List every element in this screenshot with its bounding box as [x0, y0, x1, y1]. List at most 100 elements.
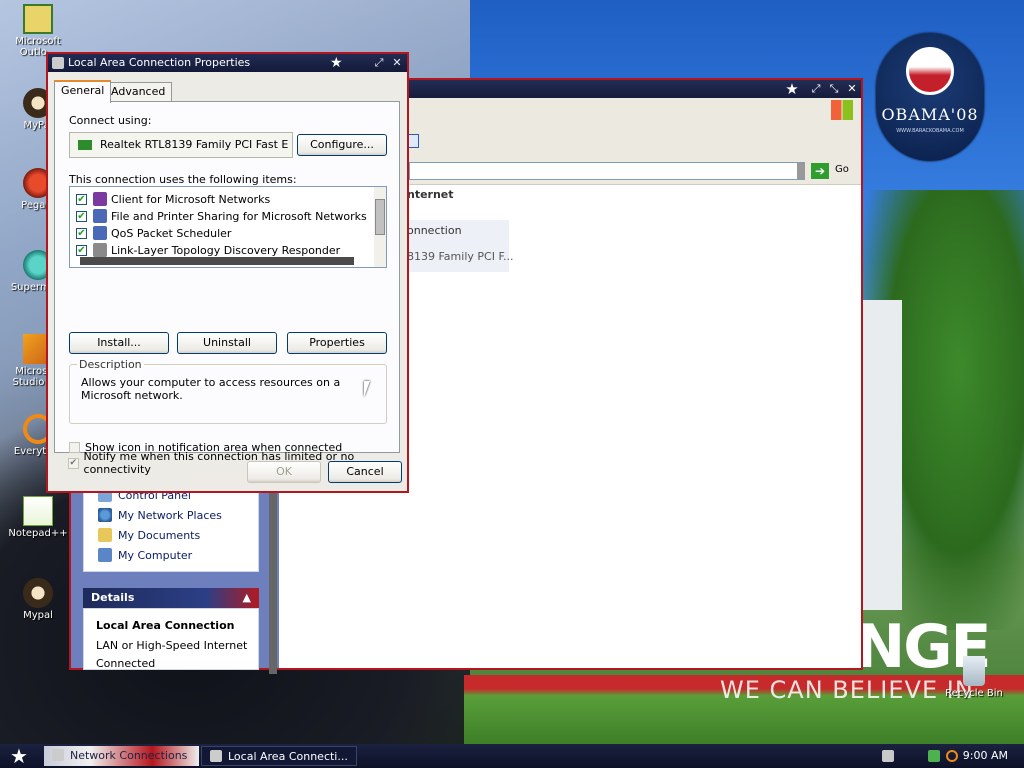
local-area-connection-icon — [210, 750, 222, 762]
wallpaper-tagline: WE CAN BELIEVE IN — [720, 676, 974, 704]
recycle-bin[interactable]: Recycle Bin — [944, 656, 1004, 699]
items-label: This connection uses the following items… — [69, 173, 297, 186]
tab-general[interactable]: General — [54, 80, 112, 103]
desktop-icon-mypal-2[interactable]: Mypal — [2, 578, 74, 621]
network-connection-icon — [52, 57, 64, 69]
desktop: NGE WE CAN BELIEVE IN OBAMA'08 WWW.BARAC… — [0, 0, 1024, 744]
star-icon: ★ — [785, 80, 799, 98]
logo-circle-icon — [906, 47, 954, 95]
link-label: My Network Places — [118, 508, 222, 522]
details-title: Local Area Connection — [96, 619, 235, 632]
details-header-label: Details — [91, 591, 135, 604]
components-list[interactable]: ✔ Client for Microsoft Networks ✔ File a… — [69, 186, 387, 268]
minimize-button[interactable]: ⤡ — [827, 82, 841, 96]
taskbar-button-label: Local Area Connecti... — [228, 750, 348, 763]
go-button[interactable]: Go — [835, 164, 849, 175]
recycle-bin-icon — [963, 656, 985, 686]
link-my-computer[interactable]: My Computer — [98, 547, 192, 563]
list-item[interactable]: ✔ Link-Layer Topology Discovery Responde… — [76, 242, 340, 258]
taskbar-button-network-connections[interactable]: Network Connections — [44, 746, 199, 766]
my-documents-icon — [98, 528, 112, 542]
help-button[interactable]: ⤢ — [372, 56, 386, 70]
collapse-chevron-icon[interactable]: ▲ — [243, 588, 251, 608]
obama-logo: OBAMA'08 WWW.BARACKOBAMA.COM — [876, 33, 984, 161]
address-input[interactable] — [409, 162, 805, 180]
adapter-name: Realtek RTL8139 Family PCI Fast Eth — [100, 138, 288, 151]
item-label: Link-Layer Topology Discovery Responder — [111, 243, 341, 257]
link-my-network-places[interactable]: My Network Places — [98, 507, 222, 523]
desktop-icon-outlook[interactable]: Microsoft Outlo... — [2, 4, 74, 58]
tab-advanced[interactable]: Advanced — [104, 82, 173, 101]
item-checkbox[interactable]: ✔ — [76, 193, 87, 205]
my-computer-icon — [98, 548, 112, 562]
adapter-field: Realtek RTL8139 Family PCI Fast Eth — [69, 132, 293, 158]
list-horizontal-scrollbar[interactable] — [80, 257, 354, 265]
close-button[interactable]: ✕ — [845, 82, 859, 96]
start-button[interactable]: ★ — [0, 744, 38, 768]
taskbar: ★ Network Connections Local Area Connect… — [0, 744, 1024, 768]
network-places-icon — [98, 508, 112, 522]
notify-checkbox[interactable]: ✔ — [68, 457, 79, 469]
list-scrollbar[interactable] — [374, 187, 386, 267]
taskbar-button-label: Network Connections — [70, 749, 188, 762]
ok-button[interactable]: OK — [247, 461, 321, 483]
description-text: Allows your computer to access resources… — [81, 376, 341, 402]
link-my-documents[interactable]: My Documents — [98, 527, 200, 543]
qos-scheduler-icon — [93, 226, 107, 240]
item-label: Client for Microsoft Networks — [111, 192, 271, 206]
recycle-bin-label: Recycle Bin — [945, 688, 1003, 699]
desktop-icon-notepadpp[interactable]: Notepad++ — [2, 496, 74, 539]
go-arrow-icon[interactable]: ➔ — [811, 163, 829, 179]
item-checkbox[interactable]: ✔ — [76, 210, 87, 222]
item-checkbox[interactable]: ✔ — [76, 227, 87, 239]
system-tray: 9:00 AM — [874, 744, 1024, 768]
list-item[interactable]: ✔ File and Printer Sharing for Microsoft… — [76, 208, 367, 224]
logo-subtext: WWW.BARACKOBAMA.COM — [896, 128, 964, 134]
task-pane-scroll-thumb[interactable] — [269, 484, 277, 674]
windows-logo-icon — [831, 100, 853, 120]
client-network-icon — [93, 192, 107, 206]
close-button[interactable]: ✕ — [390, 56, 404, 70]
description-legend: Description — [77, 358, 144, 371]
uninstall-button[interactable]: Uninstall — [177, 332, 277, 354]
outlook-icon — [23, 4, 53, 34]
item-label: File and Printer Sharing for Microsoft N… — [111, 209, 367, 223]
connect-using-label: Connect using: — [69, 114, 152, 127]
taskbar-button-local-area-connection[interactable]: Local Area Connecti... — [201, 746, 357, 766]
keyboard-icon[interactable] — [882, 750, 894, 762]
list-item[interactable]: ✔ QoS Packet Scheduler — [76, 225, 231, 241]
mypal-icon — [23, 578, 53, 608]
group-header: nternet — [407, 188, 454, 201]
details-status: Connected — [96, 657, 156, 670]
file-printer-sharing-icon — [93, 209, 107, 223]
dialog-title: Local Area Connection Properties — [68, 56, 251, 69]
dialog-title-bar[interactable]: Local Area Connection Properties ★ ⤢ ✕ — [48, 54, 407, 72]
mouse-cursor-icon — [364, 381, 370, 397]
network-tray-icon[interactable] — [928, 750, 940, 762]
notepadpp-icon — [23, 496, 53, 526]
connection-device: 8139 Family PCI F... — [407, 250, 514, 263]
logo-text: OBAMA'08 — [881, 105, 979, 124]
general-panel: Connect using: Realtek RTL8139 Family PC… — [54, 101, 400, 454]
install-button[interactable]: Install... — [69, 332, 169, 354]
cancel-button[interactable]: Cancel — [328, 461, 402, 483]
list-scroll-thumb[interactable] — [375, 199, 385, 235]
wallpaper-house — [862, 300, 902, 610]
star-icon: ★ — [330, 55, 343, 71]
details-header[interactable]: Details ▲ — [83, 588, 259, 608]
network-adapter-icon — [78, 140, 92, 150]
configure-button[interactable]: Configure... — [297, 134, 387, 156]
link-label: My Documents — [118, 528, 201, 542]
details-body: Local Area Connection LAN or High-Speed … — [83, 608, 259, 670]
network-connections-icon — [52, 749, 64, 761]
properties-dialog: Local Area Connection Properties ★ ⤢ ✕ G… — [46, 52, 409, 493]
properties-button[interactable]: Properties — [287, 332, 387, 354]
search-icon[interactable] — [946, 750, 958, 762]
list-item[interactable]: ✔ Client for Microsoft Networks — [76, 191, 270, 207]
show-icon-checkbox[interactable] — [69, 441, 80, 453]
address-dropdown-icon[interactable] — [797, 163, 805, 179]
item-label: QoS Packet Scheduler — [111, 226, 232, 240]
item-checkbox[interactable]: ✔ — [76, 244, 87, 256]
desktop-icon-label: Notepad++ — [8, 528, 68, 539]
restore-button[interactable]: ⤢ — [809, 82, 823, 96]
